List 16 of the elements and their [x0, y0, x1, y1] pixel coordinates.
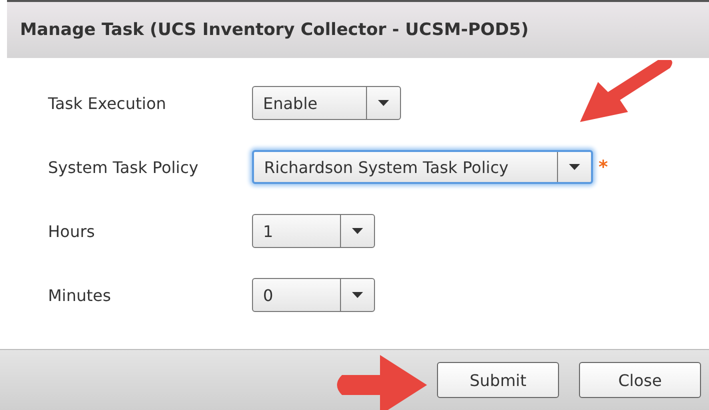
required-mark: * [598, 156, 608, 178]
field-label: Task Execution [48, 94, 168, 112]
caret-icon [568, 164, 580, 170]
dropdown[interactable]: Enable [252, 86, 400, 120]
caret-icon [352, 228, 363, 234]
dialog-button[interactable]: Submit [437, 362, 559, 398]
field-label: Minutes [48, 286, 112, 304]
dropdown[interactable]: 1 [252, 214, 375, 248]
caret-icon [352, 292, 363, 298]
dropdown[interactable]: Richardson System Task Policy [252, 150, 592, 184]
field-label: System Task Policy [48, 158, 200, 176]
field-label: Hours [48, 222, 96, 240]
dropdown[interactable]: 0 [252, 278, 375, 312]
dialog-button[interactable]: Close [579, 362, 701, 398]
dialog-title: Manage Task (UCS Inventory Collector - UCSM-POD5) [20, 20, 529, 40]
caret-icon [378, 100, 388, 106]
